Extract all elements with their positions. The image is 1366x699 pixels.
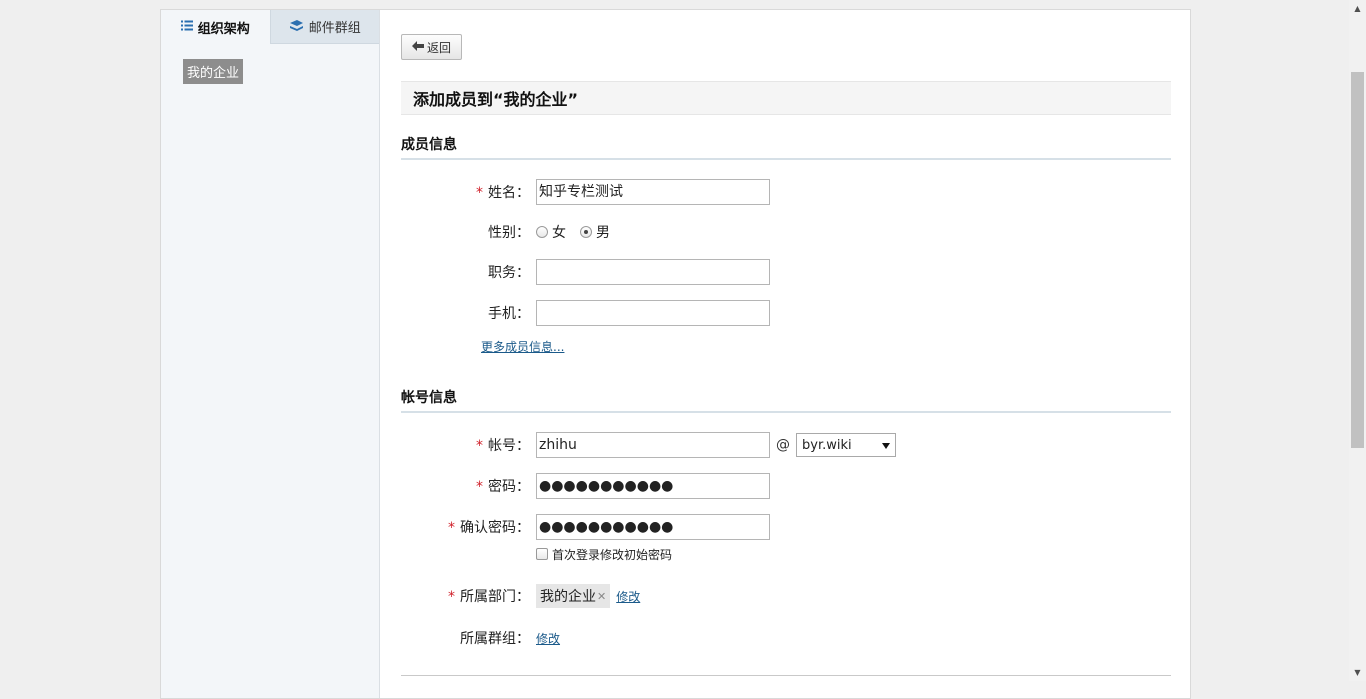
page-title: 添加成员到“我的企业” — [401, 81, 1171, 115]
back-button[interactable]: 返回 — [401, 34, 462, 60]
confirm-password-label: 确认密码： — [460, 520, 530, 536]
account-label-cell: * 帐号： — [401, 435, 536, 455]
phone-row: 手机： — [401, 300, 1171, 326]
gender-row: 性别： 女 男 — [401, 219, 1171, 245]
name-label: 姓名： — [488, 185, 530, 201]
account-input[interactable]: zhihu — [536, 432, 770, 458]
scroll-up-arrow-icon[interactable]: ▲ — [1349, 0, 1366, 17]
job-title-input[interactable] — [536, 259, 770, 285]
divider — [401, 675, 1171, 676]
scroll-thumb[interactable] — [1351, 72, 1364, 448]
required-mark: * — [476, 185, 483, 201]
group-row: 所属群组： 修改 — [401, 625, 1171, 651]
password-label-cell: * 密码： — [401, 476, 536, 496]
tab-org-structure[interactable]: 组织架构 — [161, 10, 270, 44]
sidebar-tabs: 组织架构 邮件群组 — [161, 10, 379, 44]
domain-select-value: byr.wiki — [802, 437, 852, 453]
department-row: * 所属部门： 我的企业 ✕ 修改 — [401, 583, 1171, 609]
more-info-row: 更多成员信息... — [401, 336, 1171, 356]
confirm-password-label-cell: * 确认密码： — [401, 517, 536, 537]
name-input[interactable]: 知乎专栏测试 — [536, 179, 770, 205]
confirm-password-input[interactable]: ●●●●●●●●●●● — [536, 514, 770, 540]
name-row: * 姓名： 知乎专栏测试 — [401, 179, 1171, 205]
change-on-login-row: 首次登录修改初始密码 — [401, 544, 1171, 564]
main-panel: 返回 添加成员到“我的企业” 成员信息 * 姓名： 知乎专栏测试 性别： 女 男 … — [381, 10, 1190, 698]
department-modify-link[interactable]: 修改 — [616, 588, 640, 605]
password-input[interactable]: ●●●●●●●●●●● — [536, 473, 770, 499]
list-icon — [180, 20, 193, 35]
gender-female-label[interactable]: 女 — [552, 222, 566, 242]
more-member-info-link[interactable]: 更多成员信息... — [481, 338, 564, 355]
required-mark: * — [476, 479, 483, 495]
department-label: 所属部门： — [460, 589, 530, 605]
vertical-scrollbar[interactable]: ▲ ▼ — [1349, 0, 1366, 681]
app-frame: 组织架构 邮件群组 我的企业 返回 添加成员到“我的企业” 成员信息 * 姓名：… — [160, 9, 1191, 699]
department-label-cell: * 所属部门： — [401, 586, 536, 606]
at-sign: @ — [776, 437, 790, 453]
arrow-left-icon — [411, 40, 424, 54]
tab-mail-groups-label: 邮件群组 — [308, 21, 361, 36]
sidebar: 组织架构 邮件群组 我的企业 — [161, 10, 380, 698]
required-mark: * — [448, 520, 455, 536]
account-info-heading: 帐号信息 — [401, 387, 1171, 413]
password-row: * 密码： ●●●●●●●●●●● — [401, 473, 1171, 499]
job-title-label: 职务： — [488, 265, 530, 281]
job-title-row: 职务： — [401, 259, 1171, 285]
group-modify-link[interactable]: 修改 — [536, 630, 560, 647]
dropdown-arrow-icon — [882, 438, 890, 453]
password-label: 密码： — [488, 479, 530, 495]
change-password-label[interactable]: 首次登录修改初始密码 — [552, 546, 672, 563]
tab-mail-groups[interactable]: 邮件群组 — [269, 10, 379, 44]
gender-female-radio[interactable] — [536, 226, 548, 238]
confirm-password-row: * 确认密码： ●●●●●●●●●●● — [401, 514, 1171, 540]
scroll-down-arrow-icon[interactable]: ▼ — [1349, 664, 1366, 681]
gender-label: 性别： — [488, 225, 530, 241]
mail-group-icon — [289, 19, 304, 35]
domain-select[interactable]: byr.wiki — [796, 433, 896, 457]
phone-label: 手机： — [488, 306, 530, 322]
name-label-cell: * 姓名： — [401, 182, 536, 202]
change-password-checkbox[interactable] — [536, 548, 548, 560]
department-tag: 我的企业 ✕ — [536, 584, 611, 608]
required-mark: * — [476, 438, 483, 454]
tab-org-structure-label: 组织架构 — [197, 21, 250, 37]
gender-male-radio[interactable] — [580, 226, 592, 238]
tree-node-my-company[interactable]: 我的企业 — [183, 59, 244, 84]
account-label: 帐号： — [488, 438, 530, 454]
gender-male-label[interactable]: 男 — [596, 222, 610, 242]
account-row: * 帐号： zhihu @ byr.wiki — [401, 432, 1171, 458]
remove-tag-icon[interactable]: ✕ — [597, 590, 606, 603]
member-info-heading: 成员信息 — [401, 134, 1171, 160]
department-tag-label: 我的企业 — [540, 589, 596, 605]
group-label: 所属群组： — [460, 631, 530, 647]
phone-input[interactable] — [536, 300, 770, 326]
required-mark: * — [448, 589, 455, 605]
back-button-label: 返回 — [426, 40, 451, 55]
